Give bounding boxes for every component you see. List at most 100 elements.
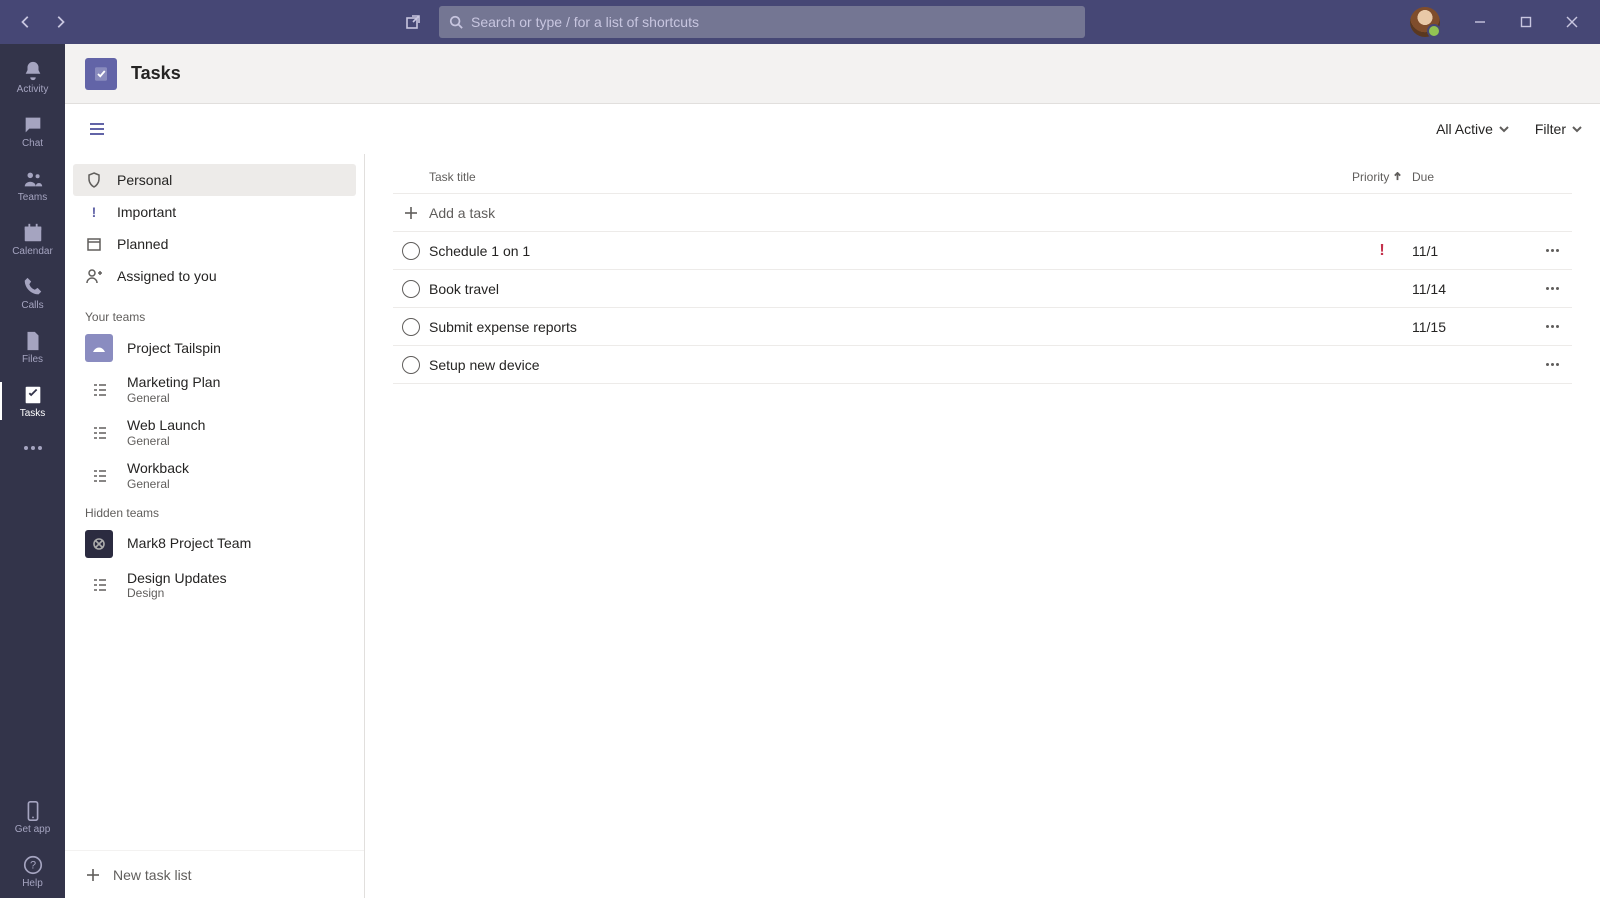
team-web-launch[interactable]: Web Launch General [65, 411, 364, 454]
rail-activity[interactable]: Activity [0, 50, 65, 104]
row-menu-button[interactable] [1532, 363, 1572, 366]
avatar[interactable] [1410, 7, 1440, 37]
col-priority[interactable]: Priority [1352, 170, 1412, 184]
list-item-label: Personal [117, 172, 172, 188]
task-due: 11/14 [1412, 281, 1532, 297]
add-task-row[interactable]: Add a task [393, 194, 1572, 232]
rail-files[interactable]: Files [0, 320, 65, 374]
team-mark8[interactable]: Mark8 Project Team [65, 524, 364, 564]
view-dropdown[interactable]: All Active [1436, 121, 1509, 137]
section-hidden-teams: Hidden teams [65, 498, 364, 524]
rail-label: Help [22, 878, 43, 889]
important-icon: ! [85, 204, 103, 220]
row-menu-button[interactable] [1532, 325, 1572, 328]
rail-calendar[interactable]: Calendar [0, 212, 65, 266]
team-icon [85, 334, 113, 362]
col-title[interactable]: Task title [429, 170, 1352, 184]
rail-teams[interactable]: Teams [0, 158, 65, 212]
rail-more[interactable] [0, 428, 65, 468]
checklist-icon [85, 419, 113, 447]
window-maximize-button[interactable] [1504, 0, 1548, 44]
section-your-teams: Your teams [65, 302, 364, 328]
smartlist-personal[interactable]: Personal [73, 164, 356, 196]
complete-toggle[interactable] [402, 318, 420, 336]
complete-toggle[interactable] [402, 242, 420, 260]
team-channel: General [127, 434, 205, 448]
calendar-icon [85, 236, 103, 252]
plus-icon [85, 867, 101, 883]
row-menu-button[interactable] [1532, 287, 1572, 290]
chevron-down-icon [1499, 124, 1509, 134]
task-title: Setup new device [429, 357, 1352, 373]
rail-calls[interactable]: Calls [0, 266, 65, 320]
nav-back-button[interactable] [12, 8, 40, 36]
filter-label: Filter [1535, 121, 1566, 137]
view-dropdown-label: All Active [1436, 121, 1493, 137]
more-icon [22, 437, 44, 459]
popout-button[interactable] [399, 8, 427, 36]
team-channel: General [127, 391, 220, 405]
task-title: Schedule 1 on 1 [429, 243, 1352, 259]
team-design-updates[interactable]: Design Updates Design [65, 564, 364, 607]
checklist-icon [85, 462, 113, 490]
window-minimize-button[interactable] [1458, 0, 1502, 44]
team-name: Design Updates [127, 570, 227, 587]
team-workback[interactable]: Workback General [65, 454, 364, 497]
smartlist-assigned[interactable]: Assigned to you [73, 260, 356, 292]
complete-toggle[interactable] [402, 356, 420, 374]
team-icon [85, 530, 113, 558]
team-name: Marketing Plan [127, 374, 220, 391]
task-row[interactable]: Book travel 11/14 [393, 270, 1572, 308]
complete-toggle[interactable] [402, 280, 420, 298]
rail-label: Tasks [20, 408, 46, 419]
smartlist-important[interactable]: ! Important [73, 196, 356, 228]
smartlist-planned[interactable]: Planned [73, 228, 356, 260]
rail-help[interactable]: ? Help [0, 844, 65, 898]
team-channel: Design [127, 586, 227, 600]
rail-chat[interactable]: Chat [0, 104, 65, 158]
task-row[interactable]: Schedule 1 on 1 ! 11/1 [393, 232, 1572, 270]
team-name: Project Tailspin [127, 340, 221, 357]
col-due[interactable]: Due [1412, 170, 1532, 184]
add-task-label: Add a task [429, 205, 1352, 221]
shield-icon [85, 172, 103, 188]
rail-label: Teams [18, 192, 47, 203]
team-project-tailspin[interactable]: Project Tailspin [65, 328, 364, 368]
checklist-icon [85, 571, 113, 599]
search-icon [449, 15, 463, 29]
new-task-list-label: New task list [113, 867, 192, 883]
tasks-app-icon [85, 58, 117, 90]
task-due: 11/1 [1412, 243, 1532, 259]
rail-label: Files [22, 354, 43, 365]
search-input[interactable]: Search or type / for a list of shortcuts [439, 6, 1085, 38]
rail-tasks[interactable]: Tasks [0, 374, 65, 428]
chevron-down-icon [1572, 124, 1582, 134]
team-marketing-plan[interactable]: Marketing Plan General [65, 368, 364, 411]
rail-getapp[interactable]: Get app [0, 790, 65, 844]
team-channel: General [127, 477, 189, 491]
task-title: Book travel [429, 281, 1352, 297]
task-title: Submit expense reports [429, 319, 1352, 335]
plus-icon [393, 204, 429, 222]
team-name: Web Launch [127, 417, 205, 434]
rail-label: Calendar [12, 246, 53, 257]
person-icon [85, 268, 103, 284]
task-row[interactable]: Submit expense reports 11/15 [393, 308, 1572, 346]
task-table: Task title Priority Due Add a task Sched… [365, 154, 1600, 898]
svg-text:?: ? [29, 859, 35, 871]
app-header: Tasks [65, 44, 1600, 104]
filter-dropdown[interactable]: Filter [1535, 121, 1582, 137]
toolbar: All Active Filter [65, 104, 1600, 154]
rail-label: Get app [15, 824, 51, 835]
page-title: Tasks [131, 63, 181, 84]
row-menu-button[interactable] [1532, 249, 1572, 252]
team-name: Mark8 Project Team [127, 535, 251, 552]
window-close-button[interactable] [1550, 0, 1594, 44]
new-task-list-button[interactable]: New task list [65, 850, 364, 898]
rail-label: Chat [22, 138, 43, 149]
nav-forward-button[interactable] [46, 8, 74, 36]
task-row[interactable]: Setup new device [393, 346, 1572, 384]
table-header: Task title Priority Due [393, 160, 1572, 194]
toggle-sidepanel-button[interactable] [83, 115, 111, 143]
titlebar: Search or type / for a list of shortcuts [0, 0, 1600, 44]
